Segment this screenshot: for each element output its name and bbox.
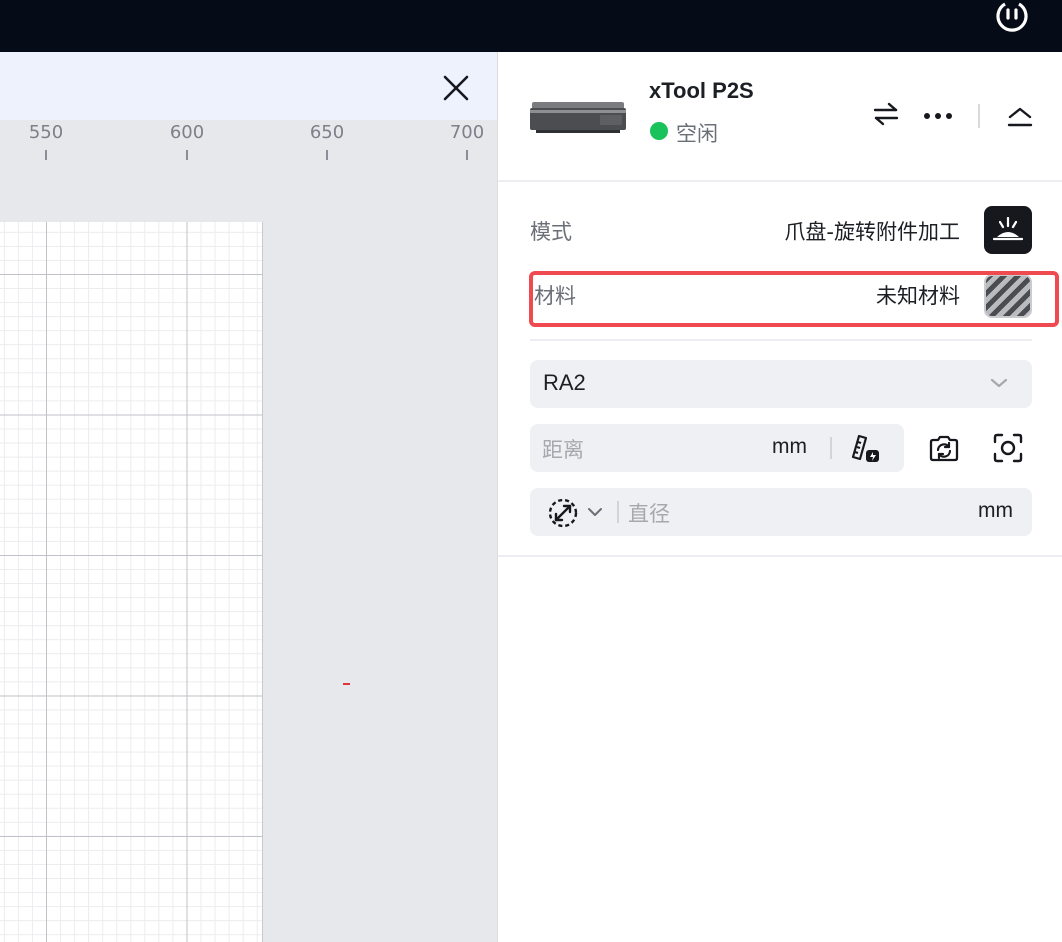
ruler-tick-mark bbox=[326, 150, 328, 160]
device-status: 空闲 bbox=[676, 122, 718, 146]
input-separator bbox=[617, 501, 619, 523]
chevron-down-icon bbox=[990, 374, 1008, 393]
material-swatch-icon[interactable] bbox=[984, 274, 1032, 318]
mode-value[interactable]: 爪盘-旋转附件加工 bbox=[784, 216, 960, 246]
header-separator bbox=[978, 104, 980, 128]
canvas-header bbox=[0, 52, 497, 120]
swap-icon[interactable] bbox=[870, 98, 902, 130]
material-label: 材料 bbox=[534, 284, 576, 308]
diameter-measure-icon[interactable] bbox=[546, 496, 580, 530]
auto-measure-icon[interactable] bbox=[848, 432, 884, 466]
chevron-down-icon[interactable] bbox=[586, 504, 604, 520]
ruler-tick-mark bbox=[45, 150, 47, 160]
work-area-grid[interactable] bbox=[0, 222, 263, 942]
device-image bbox=[530, 98, 626, 134]
diameter-placeholder: 直径 bbox=[628, 502, 670, 526]
distance-unit: mm bbox=[772, 435, 807, 458]
collapse-icon[interactable] bbox=[1004, 100, 1036, 132]
ruler-tick-mark bbox=[186, 150, 188, 160]
settings-divider bbox=[530, 339, 1032, 341]
horizontal-ruler: 550 600 650 700 bbox=[0, 120, 497, 160]
rotary-select-value: RA2 bbox=[543, 370, 586, 395]
scan-focus-icon[interactable] bbox=[990, 430, 1026, 466]
diameter-input[interactable]: 直径 mm bbox=[530, 488, 1032, 536]
power-icon[interactable] bbox=[994, 0, 1030, 32]
ruler-tick-label: 600 bbox=[169, 122, 205, 143]
ruler-tick-label: 550 bbox=[28, 122, 64, 143]
ruler-tick-label: 650 bbox=[309, 122, 345, 143]
laser-mode-icon[interactable] bbox=[984, 206, 1032, 254]
device-panel: xTool P2S 空闲 模式 爪盘-旋转附件加工 材料 未知材料 RA2 距离… bbox=[498, 52, 1062, 942]
more-icon[interactable] bbox=[922, 100, 954, 132]
ruler-tick-mark bbox=[466, 150, 468, 160]
canvas-area[interactable]: 550 600 650 700 bbox=[0, 52, 497, 942]
distance-input[interactable]: 距离 mm bbox=[530, 424, 904, 472]
material-highlight-box bbox=[529, 271, 1059, 327]
top-bar bbox=[0, 0, 1062, 52]
status-dot bbox=[650, 122, 668, 140]
camera-refresh-icon[interactable] bbox=[926, 430, 962, 466]
input-separator bbox=[830, 437, 832, 459]
origin-marker bbox=[343, 683, 350, 685]
header-divider bbox=[498, 180, 1062, 182]
rotary-select[interactable]: RA2 bbox=[530, 360, 1032, 408]
ruler-tick-label: 700 bbox=[449, 122, 485, 143]
distance-placeholder: 距离 bbox=[542, 438, 584, 462]
section-divider bbox=[498, 555, 1062, 557]
mode-label: 模式 bbox=[530, 220, 572, 244]
device-name: xTool P2S bbox=[649, 78, 754, 103]
close-icon[interactable] bbox=[438, 70, 474, 106]
diameter-unit: mm bbox=[978, 499, 1013, 522]
material-value[interactable]: 未知材料 bbox=[876, 280, 960, 310]
